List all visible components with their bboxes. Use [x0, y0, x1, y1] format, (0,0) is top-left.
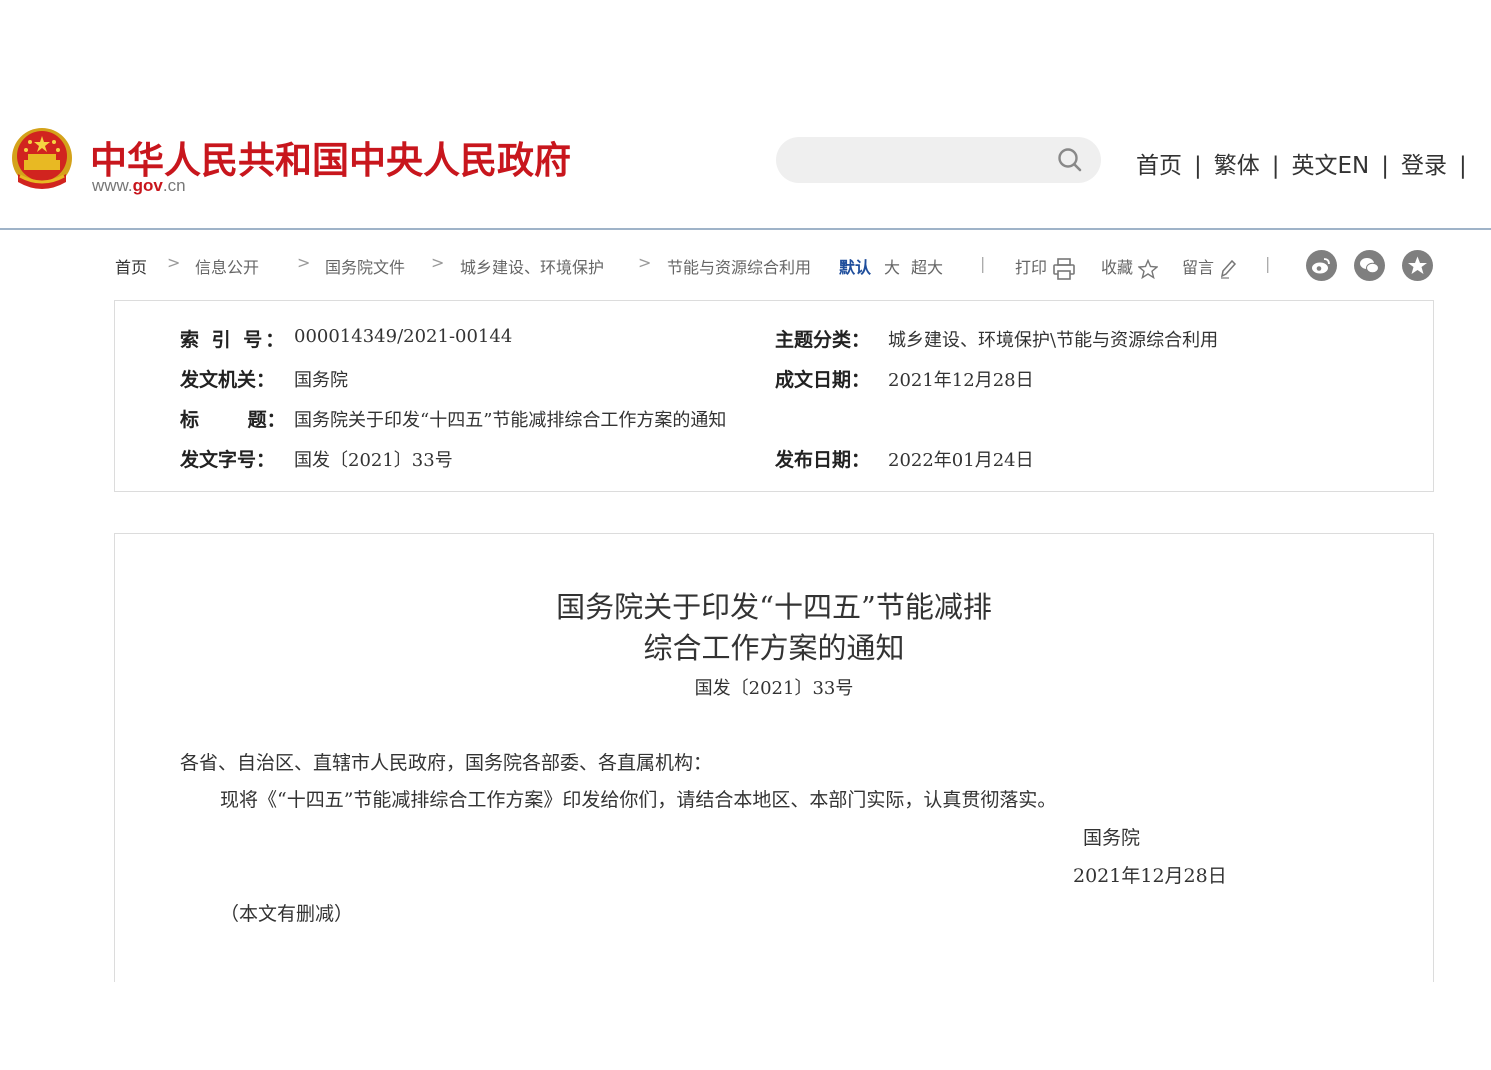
favorite-button[interactable]: 收藏: [1101, 254, 1159, 279]
document-body: 国务院关于印发“十四五”节能减排 综合工作方案的通知 国发〔2021〕33号 各…: [114, 533, 1434, 994]
created-date-value: 2021年12月28日: [888, 370, 1034, 391]
site-url-suffix: .cn: [162, 176, 186, 195]
document-salutation: 各省、自治区、直辖市人民政府，国务院各部委、各直属机构：: [180, 752, 713, 774]
document-signature: 国务院: [1083, 827, 1141, 849]
document-date: 2021年12月28日: [1073, 865, 1227, 887]
comment-label: 留言: [1182, 258, 1215, 277]
breadcrumb-arrow: >: [167, 253, 181, 272]
search-box: [776, 137, 1101, 183]
breadcrumb-energy-saving[interactable]: 节能与资源综合利用: [667, 254, 811, 278]
search-icon[interactable]: [1057, 147, 1083, 173]
font-size-default[interactable]: 默认: [839, 254, 871, 278]
nav-login-link[interactable]: 登录: [1401, 153, 1447, 179]
issuer-label: 发文机关：: [180, 369, 276, 391]
breadcrumb-state-council-docs[interactable]: 国务院文件: [325, 254, 405, 278]
breadcrumb-arrow: >: [297, 253, 311, 272]
site-url[interactable]: www.gov.cn: [92, 176, 186, 196]
font-size-large[interactable]: 大: [884, 254, 900, 278]
breadcrumb-home[interactable]: 首页: [115, 254, 147, 278]
header-divider: [0, 228, 1491, 230]
printer-icon: [1053, 257, 1075, 280]
nav-separator: |: [1459, 153, 1467, 179]
star-icon: [1137, 258, 1159, 279]
title-value: 国务院关于印发“十四五”节能减排综合工作方案的通知: [294, 410, 727, 431]
breadcrumb-info-public[interactable]: 信息公开: [195, 254, 259, 278]
site-header: 中华人民共和国中央人民政府 www.gov.cn 首页 | 繁体 | 英文EN | 登录 |: [0, 0, 1491, 230]
document-number-value: 国发〔2021〕33号: [294, 450, 453, 471]
document-number-label: 发文字号：: [180, 449, 276, 471]
nav-separator: |: [1194, 153, 1202, 179]
nav-english-link[interactable]: 英文EN: [1292, 153, 1370, 179]
document-title-line1: 国务院关于印发“十四五”节能减排: [556, 590, 992, 624]
created-date-label: 成文日期：: [775, 369, 871, 391]
page-bottom-blank: [0, 982, 1491, 1070]
qzone-share-button[interactable]: [1402, 250, 1433, 281]
print-label: 打印: [1015, 258, 1048, 277]
nav-traditional-link[interactable]: 繁体: [1214, 153, 1260, 179]
publish-date-value: 2022年01月24日: [888, 450, 1034, 471]
document-paragraph: 现将《“十四五”节能减排综合工作方案》印发给你们，请结合本地区、本部门实际，认真…: [220, 789, 1057, 811]
site-url-prefix: www.: [92, 176, 133, 195]
toolbar-separator: |: [1265, 254, 1271, 273]
document-title-line2: 综合工作方案的通知: [643, 631, 905, 665]
font-size-extra-large[interactable]: 超大: [911, 254, 943, 278]
nav-separator: |: [1271, 153, 1280, 179]
category-value: 城乡建设、环境保护\节能与资源综合利用: [888, 330, 1219, 351]
breadcrumb: 首页 > 信息公开 > 国务院文件 > 城乡建设、环境保护 > 节能与资源综合利…: [115, 250, 1445, 281]
document-metadata: 索 引 号： 000014349/2021-00144 主题分类： 城乡建设、环…: [114, 300, 1434, 492]
pencil-icon: [1221, 259, 1237, 279]
qzone-icon: [1408, 256, 1427, 274]
document-note: （本文有删减）: [220, 903, 354, 925]
site-url-domain: gov: [132, 176, 163, 195]
wechat-share-button[interactable]: [1354, 250, 1385, 281]
breadcrumb-arrow: >: [638, 253, 652, 272]
comment-button[interactable]: 留言: [1182, 254, 1237, 279]
toolbar-separator: |: [980, 254, 986, 273]
breadcrumb-arrow: >: [431, 253, 445, 272]
nav-separator: |: [1381, 153, 1389, 179]
national-emblem-icon[interactable]: [10, 126, 74, 194]
nav-home-link[interactable]: 首页: [1136, 153, 1182, 179]
weibo-share-button[interactable]: [1306, 250, 1337, 281]
wechat-icon: [1360, 258, 1379, 274]
index-number-label: 索 引 号：: [180, 329, 288, 351]
publish-date-label: 发布日期：: [775, 449, 871, 471]
index-number-value: 000014349/2021-00144: [294, 326, 513, 347]
search-input[interactable]: [794, 145, 1048, 177]
breadcrumb-urban-env[interactable]: 城乡建设、环境保护: [460, 254, 604, 278]
document-number: 国发〔2021〕33号: [694, 678, 854, 699]
title-label: 标 题：: [180, 409, 286, 431]
top-nav: 首页 | 繁体 | 英文EN | 登录 |: [1136, 146, 1479, 180]
issuer-value: 国务院: [294, 370, 348, 391]
favorite-label: 收藏: [1101, 258, 1134, 277]
category-label: 主题分类：: [775, 329, 871, 351]
weibo-icon: [1312, 258, 1330, 274]
print-button[interactable]: 打印: [1015, 254, 1076, 280]
